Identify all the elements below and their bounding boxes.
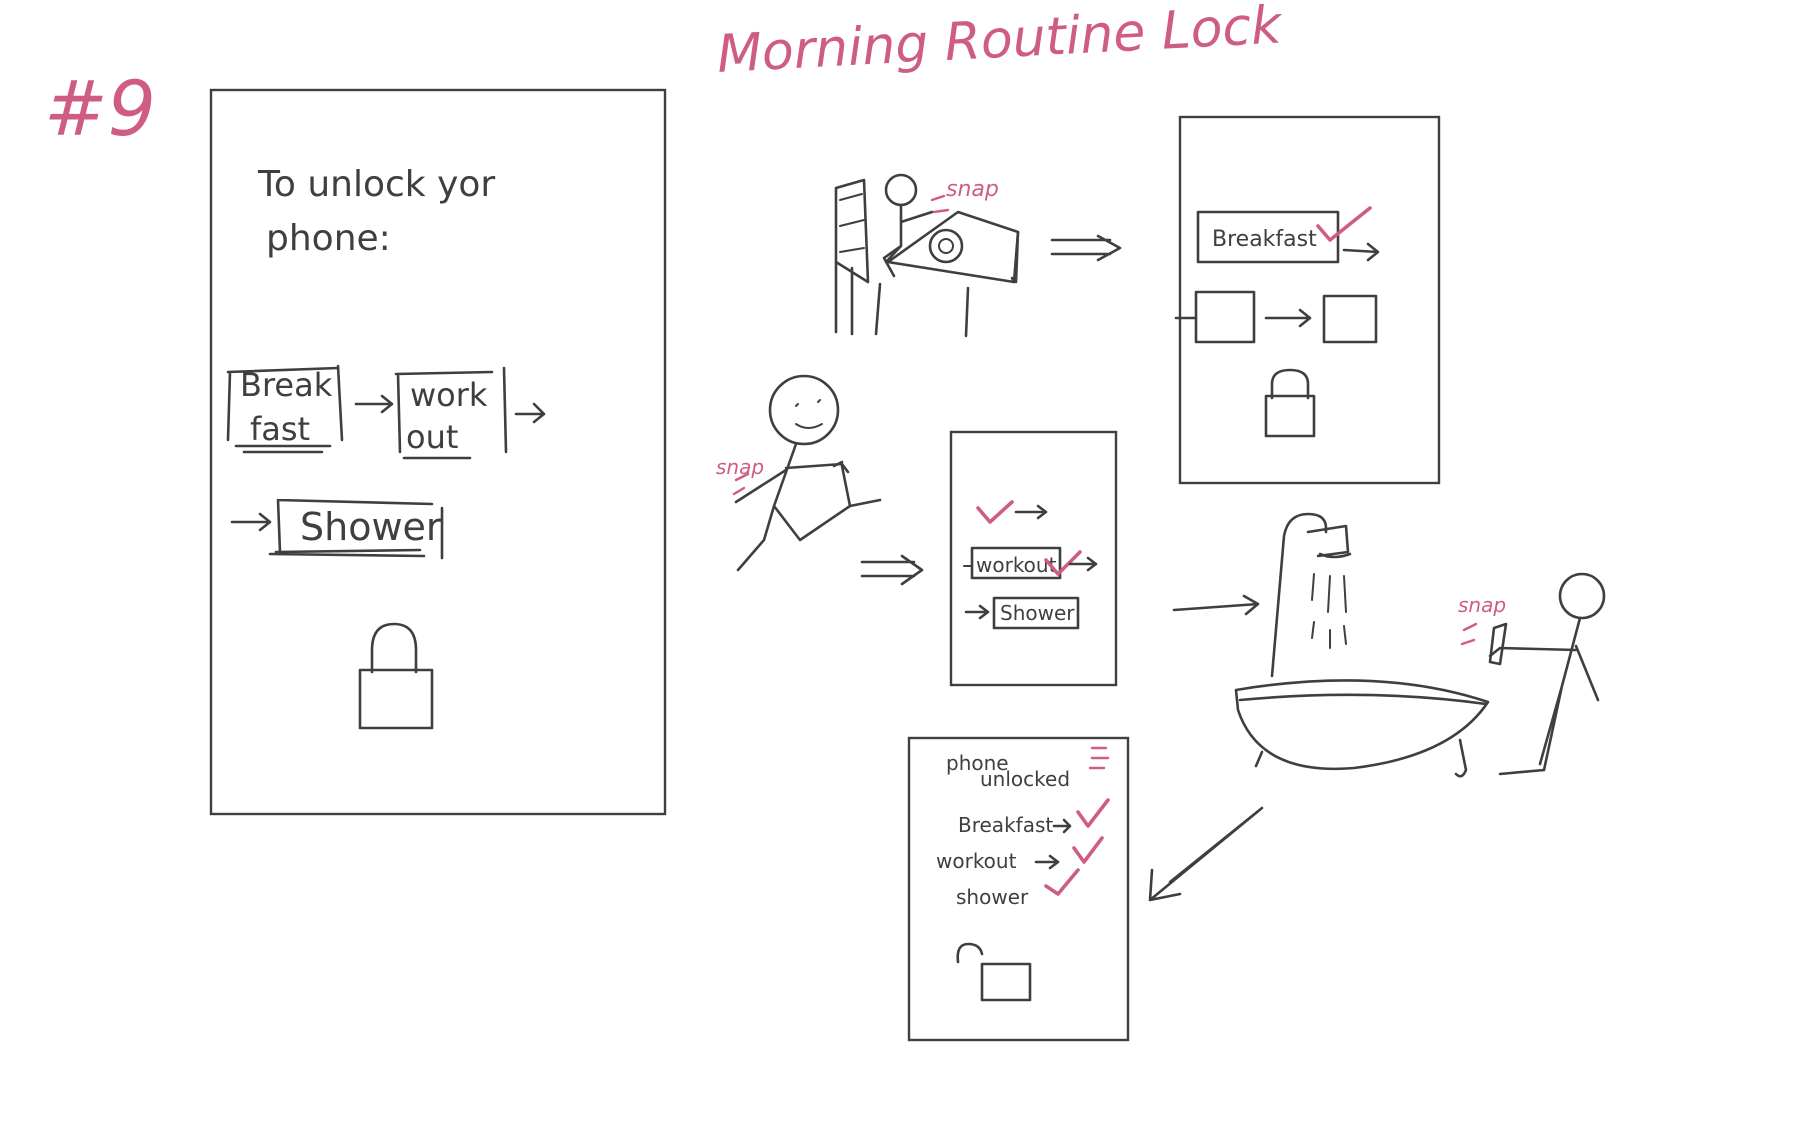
checkmark-icon	[1072, 836, 1104, 864]
task-label-breakfast-1: Break	[240, 366, 333, 404]
lock-icon	[358, 622, 434, 730]
final-item-breakfast: Breakfast	[958, 813, 1053, 837]
arrow-icon	[1014, 504, 1048, 520]
screen-after-workout: workout Shower	[949, 430, 1118, 687]
scene-workout: snap	[716, 374, 882, 572]
arrow-icon	[964, 604, 990, 620]
unlock-prompt-line1: To unlock yor	[257, 164, 495, 205]
checkmark-icon	[976, 500, 1014, 524]
arrow-icon	[1264, 308, 1312, 328]
arrow-icon	[354, 394, 394, 414]
arrow-icon	[230, 512, 272, 532]
arrow-icon	[1052, 818, 1072, 834]
arrow-icon	[860, 554, 924, 586]
checkmark-icon	[1044, 868, 1080, 896]
scene-breakfast: snap	[834, 173, 1020, 338]
checkmark-icon	[1076, 798, 1110, 828]
task-box-breakfast: Break fast	[226, 364, 344, 454]
task-box-workout: work out	[394, 366, 508, 460]
lock-icon	[1264, 368, 1316, 438]
final-screen: phone unlocked Breakfast workout shower	[907, 736, 1130, 1042]
unlock-prompt-line2: phone:	[266, 218, 391, 259]
sketch-number: #9	[44, 64, 156, 153]
arrow-icon	[1050, 234, 1122, 262]
arrow-icon	[1148, 806, 1264, 902]
final-item-workout: workout	[936, 849, 1017, 873]
storyboard-sketch: #9 Morning Routine Lock To unlock yor ph…	[44, 0, 1606, 1042]
snap-label: snap	[946, 177, 999, 202]
snap-label: snap	[716, 455, 764, 479]
task-box-shower: Shower	[268, 498, 444, 560]
status-line2: unlocked	[980, 767, 1070, 791]
arrow-icon	[514, 402, 546, 424]
snap-label: snap	[1458, 593, 1506, 617]
arrow-icon	[1034, 854, 1060, 870]
final-item-shower: shower	[956, 885, 1029, 909]
task-label-breakfast-2: fast	[250, 410, 310, 448]
task-label-workout-1: work	[410, 376, 488, 414]
task-label-breakfast-done: Breakfast	[1212, 227, 1317, 252]
arrow-icon	[1172, 594, 1260, 616]
task-label-shower: Shower	[300, 505, 442, 549]
task-label-workout-done: workout	[976, 553, 1057, 577]
task-box-empty	[1322, 294, 1378, 344]
screen-after-breakfast: Breakfast	[1174, 115, 1441, 485]
task-box-empty	[1194, 290, 1256, 344]
main-phone-screen: To unlock yor phone: Break fast work out…	[209, 88, 667, 816]
unlocked-icon	[956, 942, 1032, 1002]
task-label-shower-pending: Shower	[1000, 601, 1075, 625]
task-label-workout-2: out	[406, 418, 458, 456]
scene-shower: snap	[1234, 512, 1606, 778]
arrow-icon	[1342, 242, 1380, 262]
page-title: Morning Routine Lock	[716, 0, 1285, 85]
